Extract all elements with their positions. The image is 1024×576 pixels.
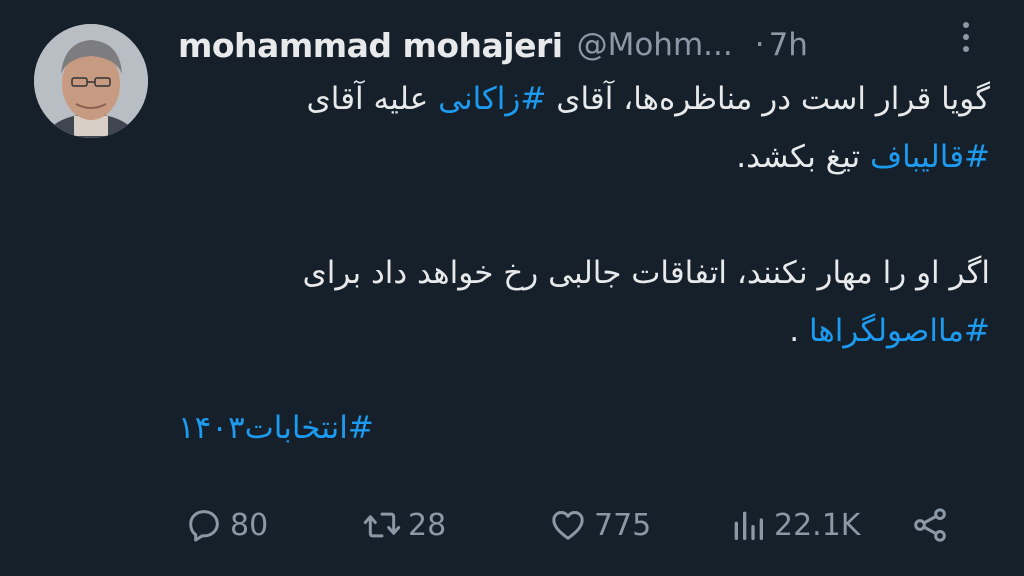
retweet-button[interactable]: 28	[362, 500, 446, 550]
views-button[interactable]: 22.1K	[728, 500, 860, 550]
tweet-line: #مااصولگراها .	[178, 302, 990, 360]
tweet-text-segment: علیه آقای	[306, 81, 439, 117]
separator-dot: ·	[754, 27, 765, 63]
analytics-icon	[734, 511, 763, 540]
reply-icon	[189, 510, 219, 542]
tweet-text-segment: گویا قرار است در مناظره‌ها، آقای	[546, 81, 990, 117]
heart-icon	[552, 511, 584, 540]
tweet-text: گویا قرار است در مناظره‌ها، آقای #زاکانی…	[178, 70, 990, 360]
reply-count: 80	[230, 507, 269, 543]
retweet-count: 28	[408, 507, 447, 543]
reply-button[interactable]: 80	[184, 500, 268, 550]
author-handle[interactable]: @Mohm...	[577, 27, 733, 63]
tweet-text-segment: تیغ بکشد.	[736, 139, 871, 175]
share-icon	[914, 508, 946, 542]
avatar-photo	[34, 24, 148, 138]
like-count: 775	[594, 507, 652, 543]
avatar[interactable]	[34, 24, 148, 138]
tweet-text-segment: .	[789, 313, 809, 349]
tweet-line: گویا قرار است در مناظره‌ها، آقای #زاکانی…	[178, 70, 990, 128]
views-count: 22.1K	[774, 507, 861, 543]
retweet-icon	[363, 512, 401, 538]
more-options-icon[interactable]	[958, 22, 974, 62]
hashtag-link[interactable]: #انتخابات۱۴۰۳	[178, 410, 374, 446]
tweet-line: اگر او را مهار نکنند، اتفاقات جالبی رخ خ…	[178, 244, 990, 302]
author-name[interactable]: mohammad mohajeri	[178, 26, 563, 65]
hashtag-link[interactable]: #مااصولگراها	[809, 313, 990, 349]
tweet-card[interactable]: mohammad mohajeri @Mohm... · 7h گویا قرا…	[0, 0, 1024, 576]
hashtag-link[interactable]: #زاکانی	[438, 81, 546, 117]
like-button[interactable]: 775	[548, 500, 651, 550]
tweet-header: mohammad mohajeri @Mohm... · 7h	[178, 20, 978, 70]
tweet-text-segment: اگر او را مهار نکنند، اتفاقات جالبی رخ خ…	[302, 255, 990, 291]
tweet-line: #قالیباف تیغ بکشد.	[178, 128, 990, 186]
share-button[interactable]	[910, 500, 950, 550]
tweet-timestamp[interactable]: 7h	[769, 27, 808, 63]
hashtag-link[interactable]: #قالیباف	[870, 139, 990, 175]
action-bar: 80 28 775 22.1K	[0, 500, 1024, 550]
